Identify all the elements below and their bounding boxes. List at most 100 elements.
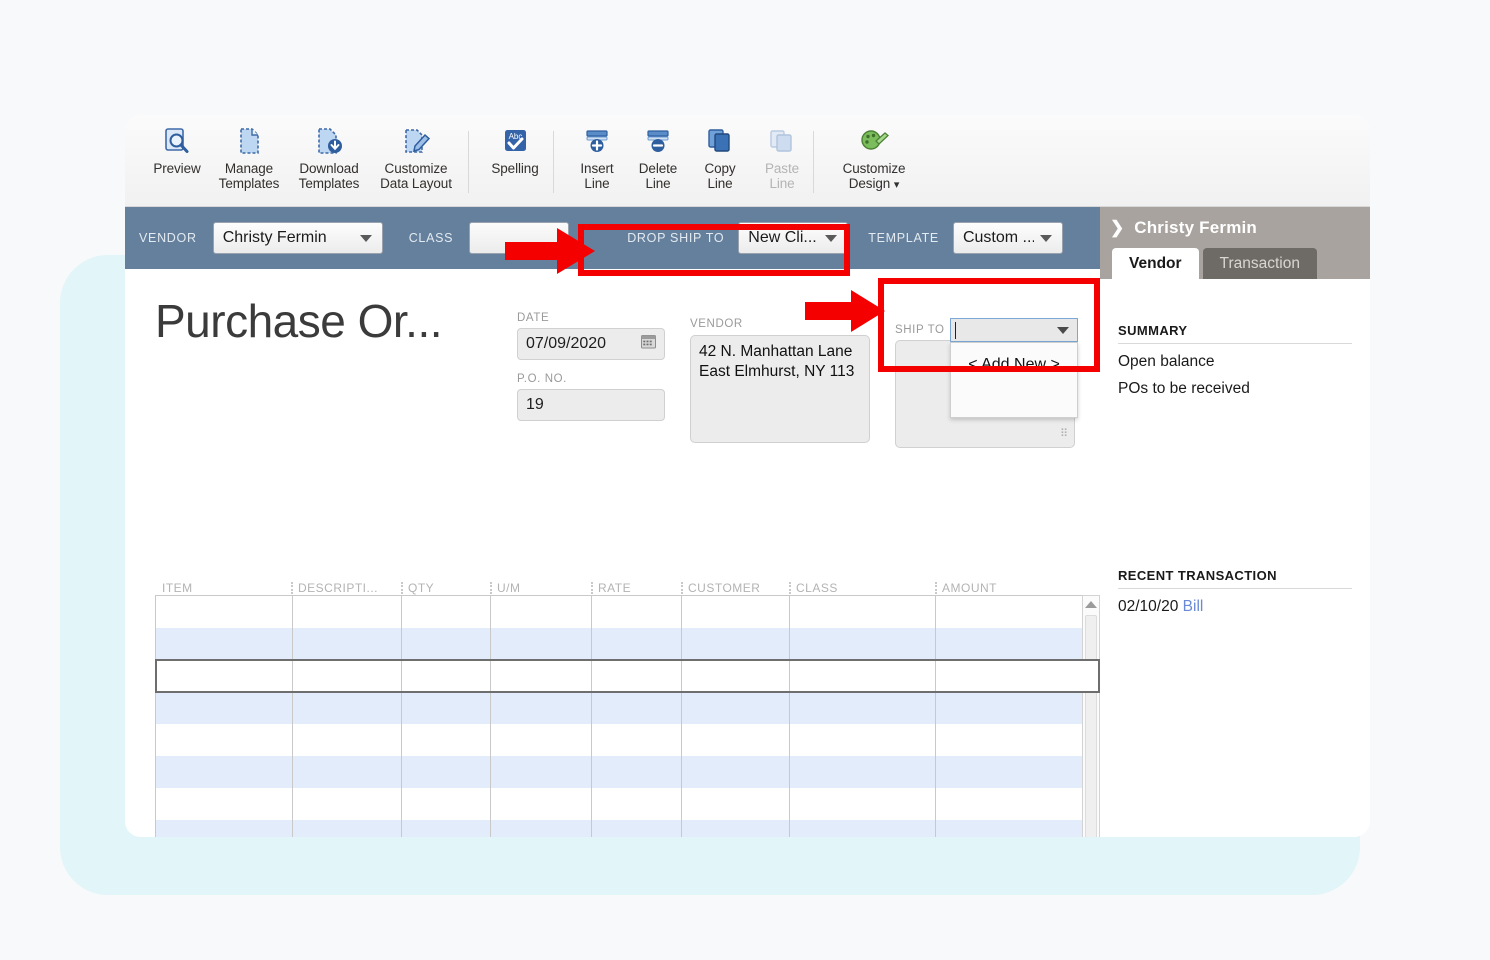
grid-cell[interactable] [402, 788, 491, 820]
grid-cell[interactable] [156, 756, 293, 788]
column-header-qty[interactable]: QTY [401, 581, 490, 595]
column-header-customer[interactable]: CUSTOMER [681, 581, 789, 595]
chevron-right-icon[interactable]: ❯ [1110, 218, 1124, 238]
grid-cell[interactable] [293, 820, 402, 837]
grid-cell[interactable] [936, 692, 1083, 724]
toolbar-button-manage-templates[interactable]: Manage Templates [211, 123, 287, 203]
grid-cell[interactable] [402, 660, 491, 692]
grid-cell[interactable] [402, 724, 491, 756]
grid-cell[interactable] [936, 628, 1083, 660]
grid-cell[interactable] [156, 692, 293, 724]
grid-cell[interactable] [293, 724, 402, 756]
grid-cell[interactable] [491, 788, 592, 820]
toolbar-button-spelling[interactable]: Abc Spelling [477, 123, 553, 203]
grid-cell[interactable] [936, 788, 1083, 820]
column-header-class[interactable]: CLASS [789, 581, 935, 595]
column-header-description[interactable]: DESCRIPTI... [291, 581, 401, 595]
column-header-um[interactable]: U/M [490, 581, 591, 595]
grid-cell[interactable] [682, 596, 790, 628]
grid-cell[interactable] [592, 660, 682, 692]
column-header-rate[interactable]: RATE [591, 581, 681, 595]
table-row[interactable] [156, 724, 1099, 756]
grid-cell[interactable] [682, 692, 790, 724]
grid-cell[interactable] [936, 596, 1083, 628]
grid-cell[interactable] [592, 820, 682, 837]
table-row[interactable] [156, 596, 1099, 628]
po-number-input[interactable]: 19 [517, 389, 665, 421]
grid-vertical-scrollbar[interactable] [1082, 595, 1100, 837]
grid-cell[interactable] [491, 660, 592, 692]
grid-cell[interactable] [156, 628, 293, 660]
grid-cell[interactable] [491, 724, 592, 756]
grid-cell[interactable] [682, 820, 790, 837]
grid-cell[interactable] [682, 756, 790, 788]
grid-cell[interactable] [790, 660, 936, 692]
grid-cell[interactable] [156, 596, 293, 628]
grid-cell[interactable] [402, 628, 491, 660]
scroll-up-arrow-icon[interactable] [1083, 596, 1099, 613]
grid-cell[interactable] [790, 596, 936, 628]
grid-cell[interactable] [402, 756, 491, 788]
grid-cell[interactable] [790, 820, 936, 837]
calendar-icon[interactable] [641, 334, 656, 354]
grid-cell[interactable] [936, 820, 1083, 837]
grid-cell[interactable] [682, 788, 790, 820]
grid-cell[interactable] [156, 788, 293, 820]
sidebar-header[interactable]: ❯ Christy Fermin [1100, 207, 1370, 248]
resize-grip-icon[interactable]: ⠿ [1060, 424, 1068, 444]
grid-cell[interactable] [936, 660, 1083, 692]
table-row[interactable] [156, 628, 1099, 660]
grid-cell[interactable] [293, 596, 402, 628]
grid-cell[interactable] [402, 820, 491, 837]
recent-transaction-link[interactable]: Bill [1183, 598, 1204, 615]
grid-cell[interactable] [156, 820, 293, 837]
table-row[interactable] [156, 692, 1099, 724]
grid-cell[interactable] [491, 628, 592, 660]
grid-cell[interactable] [293, 756, 402, 788]
grid-cell[interactable] [790, 692, 936, 724]
grid-cell[interactable] [491, 820, 592, 837]
grid-cell[interactable] [592, 692, 682, 724]
column-header-item[interactable]: ITEM [155, 581, 291, 595]
table-row[interactable] [156, 820, 1099, 837]
grid-cell[interactable] [293, 628, 402, 660]
grid-cell[interactable] [790, 628, 936, 660]
column-header-amount[interactable]: AMOUNT [935, 581, 1065, 595]
scrollbar-thumb[interactable] [1085, 615, 1097, 837]
grid-cell[interactable] [790, 724, 936, 756]
tab-vendor[interactable]: Vendor [1112, 248, 1199, 279]
template-combobox[interactable]: Custom ... [952, 222, 1063, 254]
tab-transaction[interactable]: Transaction [1202, 248, 1317, 279]
date-input[interactable]: 07/09/2020 [517, 328, 665, 360]
grid-cell[interactable] [491, 756, 592, 788]
grid-cell[interactable] [491, 692, 592, 724]
toolbar-button-download-templates[interactable]: Download Templates [291, 123, 367, 203]
grid-cell[interactable] [293, 788, 402, 820]
grid-cell[interactable] [936, 756, 1083, 788]
grid-cell[interactable] [402, 596, 491, 628]
table-row[interactable] [156, 756, 1099, 788]
grid-cell[interactable] [682, 660, 790, 692]
grid-cell[interactable] [682, 724, 790, 756]
grid-cell[interactable] [790, 756, 936, 788]
toolbar-button-customize-design[interactable]: Customize Design ▾ [819, 123, 929, 203]
grid-cell[interactable] [402, 692, 491, 724]
table-row[interactable] [156, 788, 1099, 820]
grid-cell[interactable] [293, 692, 402, 724]
grid-cell[interactable] [592, 724, 682, 756]
grid-cell[interactable] [156, 660, 293, 692]
vendor-address-box[interactable]: 42 N. Manhattan Lane East Elmhurst, NY 1… [690, 335, 870, 443]
grid-cell[interactable] [682, 628, 790, 660]
grid-body[interactable] [155, 595, 1100, 837]
toolbar-button-customize-data-layout[interactable]: Customize Data Layout [378, 123, 454, 203]
toolbar-button-preview[interactable]: Preview [139, 123, 215, 203]
grid-cell[interactable] [936, 724, 1083, 756]
vendor-combobox[interactable]: Christy Fermin [212, 222, 383, 254]
table-row[interactable] [155, 659, 1100, 693]
grid-cell[interactable] [592, 628, 682, 660]
grid-cell[interactable] [592, 596, 682, 628]
grid-cell[interactable] [491, 596, 592, 628]
grid-cell[interactable] [592, 756, 682, 788]
grid-cell[interactable] [293, 660, 402, 692]
grid-cell[interactable] [790, 788, 936, 820]
